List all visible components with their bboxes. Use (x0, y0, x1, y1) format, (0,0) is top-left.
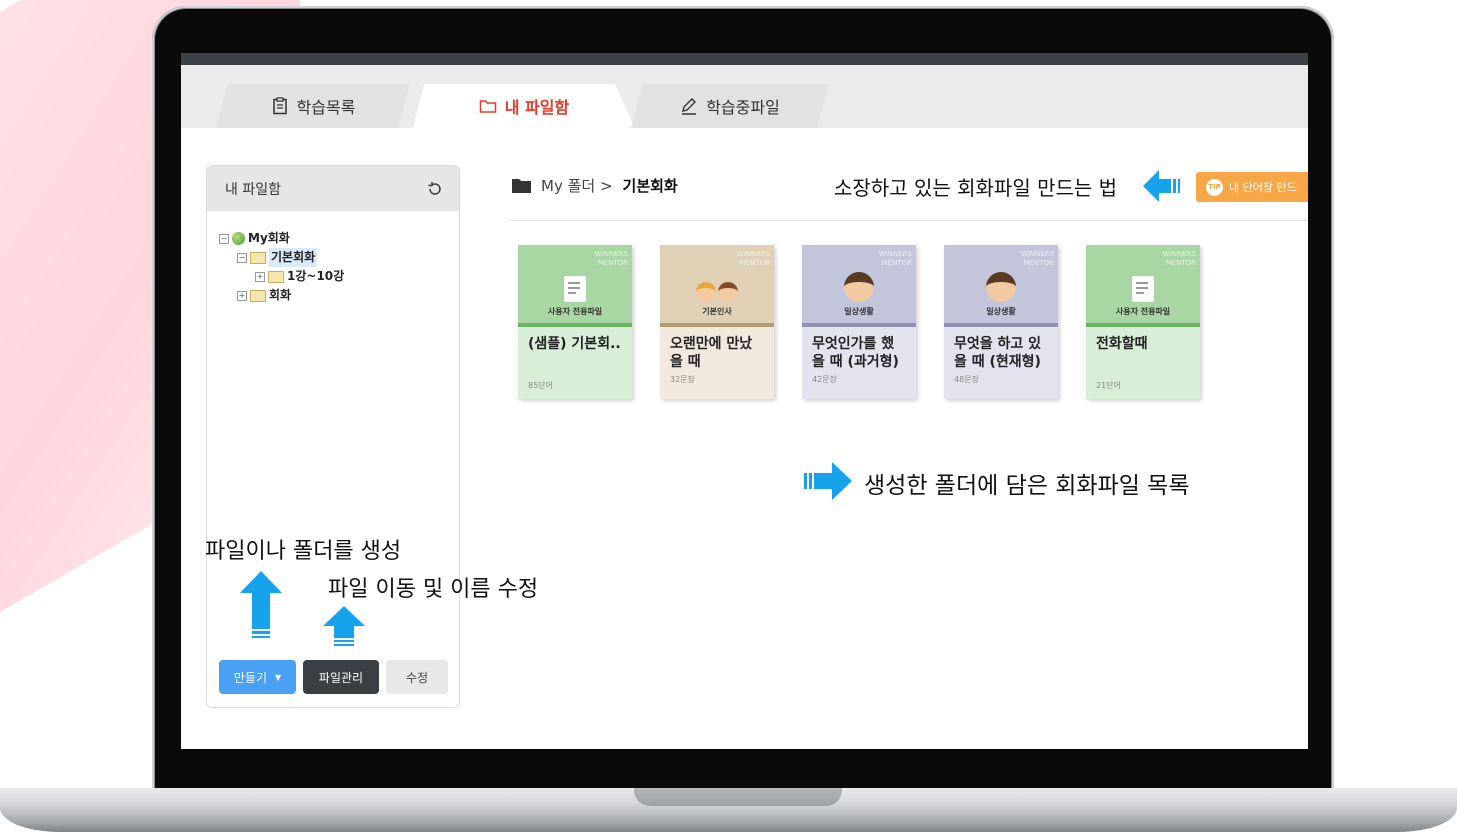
annotation-how-to: 소장하고 있는 회화파일 만드는 법 (834, 176, 1118, 200)
expand-icon[interactable]: + (237, 290, 247, 301)
arrow-up-icon (240, 571, 282, 638)
clipboard-icon (272, 97, 287, 115)
folder-icon (250, 289, 266, 302)
folder-icon (479, 100, 497, 113)
expand-icon[interactable]: + (255, 271, 265, 282)
pencil-icon (682, 98, 697, 115)
card-category: 기본인사 (702, 307, 732, 316)
folder-icon (512, 179, 531, 193)
card-category: 사용자 전용파일 (1115, 307, 1171, 316)
card-title: 무엇인가를 했을 때 (과거형) (812, 336, 899, 370)
card-category: 사용자 전용파일 (547, 307, 603, 316)
tree-node-basic[interactable]: − 기본회화 (219, 248, 447, 267)
tip-label: 내 단어장 만드 (1229, 181, 1297, 194)
card-title: 전화할때 (1096, 336, 1148, 352)
document-icon (564, 276, 586, 302)
tree-label: 1강~10강 (287, 269, 345, 283)
annotation-move: 파일 이동 및 이름 수정 (328, 577, 539, 602)
file-tree: − My회화 − 기본회화 +1강~10강 + 회화 (207, 211, 459, 323)
laptop-notch (634, 788, 842, 806)
card-category: 일상생활 (844, 307, 874, 316)
collapse-icon[interactable]: − (219, 233, 229, 244)
breadcrumb-folder[interactable]: My 폴더 > (541, 175, 613, 196)
arrow-up-icon (323, 606, 365, 646)
breadcrumb: My 폴더 > 기본회화 (512, 175, 678, 196)
card-header: WINNERS MENTOR 일상생활 (944, 245, 1058, 323)
annotation-folder-list: 생성한 폴더에 담은 회화파일 목록 (864, 473, 1190, 499)
tab-label: 학습목록 (296, 98, 356, 117)
button-label: 수정 (405, 670, 429, 685)
card-watermark: WINNERS MENTOR (594, 250, 628, 267)
panel-header: 내 파일함 (207, 166, 459, 211)
file-card[interactable]: WINNERS MENTOR 사용자 전용파일 (샘플) 기본회.. 85단어 (518, 245, 632, 399)
tree-node-conversation[interactable]: + 회화 (219, 286, 447, 305)
button-label: 파일관리 (318, 670, 364, 685)
file-card[interactable]: WINNERS MENTOR 기본인사 오랜만에 만났을 때 32문장 (660, 245, 774, 399)
tab-bar: 학습목록 내 파일함 학습중파일 (181, 65, 1308, 128)
panel-buttons: 만들기 ▼ 파일관리 수정 (219, 660, 448, 694)
document-icon (1132, 276, 1154, 302)
top-bar (181, 53, 1308, 65)
person-icon (844, 272, 874, 302)
refresh-icon[interactable] (427, 181, 443, 197)
card-count: 21단어 (1096, 381, 1121, 390)
person-icon (986, 272, 1016, 302)
tip-button[interactable]: TIP 내 단어장 만드 (1196, 172, 1308, 202)
card-count: 85단어 (528, 381, 553, 390)
tree-node-root[interactable]: − My회화 (219, 229, 447, 248)
tab-study-list[interactable]: 학습목록 (216, 84, 410, 128)
card-header: WINNERS MENTOR 기본인사 (660, 245, 774, 323)
edit-button[interactable]: 수정 (386, 660, 448, 694)
arrow-right-icon (804, 462, 852, 500)
card-watermark: WINNERS MENTOR (736, 250, 770, 267)
annotation-create: 파일이나 폴더를 생성 (205, 539, 402, 564)
create-button[interactable]: 만들기 ▼ (219, 660, 296, 694)
divider (509, 220, 1308, 221)
card-count: 48문장 (954, 375, 979, 384)
tree-label: 기본회화 (269, 248, 318, 267)
file-card[interactable]: WINNERS MENTOR 일상생활 무엇을 하고 있을 때 (현재형) 48… (944, 245, 1058, 399)
card-watermark: WINNERS MENTOR (878, 250, 912, 267)
collapse-icon[interactable]: − (237, 252, 247, 263)
card-title: 오랜만에 만났을 때 (670, 336, 753, 370)
card-watermark: WINNERS MENTOR (1162, 250, 1196, 267)
file-manage-button[interactable]: 파일관리 (303, 660, 379, 694)
globe-icon (232, 232, 245, 245)
card-title: 무엇을 하고 있을 때 (현재형) (954, 336, 1042, 370)
card-watermark: WINNERS MENTOR (1020, 250, 1054, 267)
breadcrumb-current: 기본회화 (622, 177, 678, 195)
folder-icon (268, 270, 284, 283)
caret-down-icon: ▼ (274, 672, 282, 682)
card-header: WINNERS MENTOR 사용자 전용파일 (1086, 245, 1200, 323)
button-label: 만들기 (233, 670, 267, 685)
people-icon (696, 282, 738, 302)
card-category: 일상생활 (986, 307, 1016, 316)
card-header: WINNERS MENTOR 일상생활 (802, 245, 916, 323)
file-card[interactable]: WINNERS MENTOR 사용자 전용파일 전화할때 21단어 (1086, 245, 1200, 399)
file-card[interactable]: WINNERS MENTOR 일상생활 무엇인가를 했을 때 (과거형) 42문… (802, 245, 916, 399)
card-count: 32문장 (670, 375, 695, 384)
panel-title: 내 파일함 (225, 181, 281, 198)
tab-my-files[interactable]: 내 파일함 (413, 84, 635, 128)
card-count: 42문장 (812, 375, 837, 384)
arrow-left-icon (1143, 170, 1180, 202)
tab-studying-files[interactable]: 학습중파일 (631, 84, 829, 128)
card-title: (샘플) 기본회.. (528, 336, 621, 352)
tab-label: 학습중파일 (706, 98, 780, 117)
tab-label: 내 파일함 (504, 98, 570, 117)
tree-node-lessons[interactable]: +1강~10강 (219, 267, 447, 286)
card-header: WINNERS MENTOR 사용자 전용파일 (518, 245, 632, 323)
tree-label: My회화 (248, 231, 290, 245)
tip-badge: TIP (1206, 178, 1223, 196)
tree-label: 회화 (269, 288, 292, 302)
folder-icon (250, 251, 266, 264)
